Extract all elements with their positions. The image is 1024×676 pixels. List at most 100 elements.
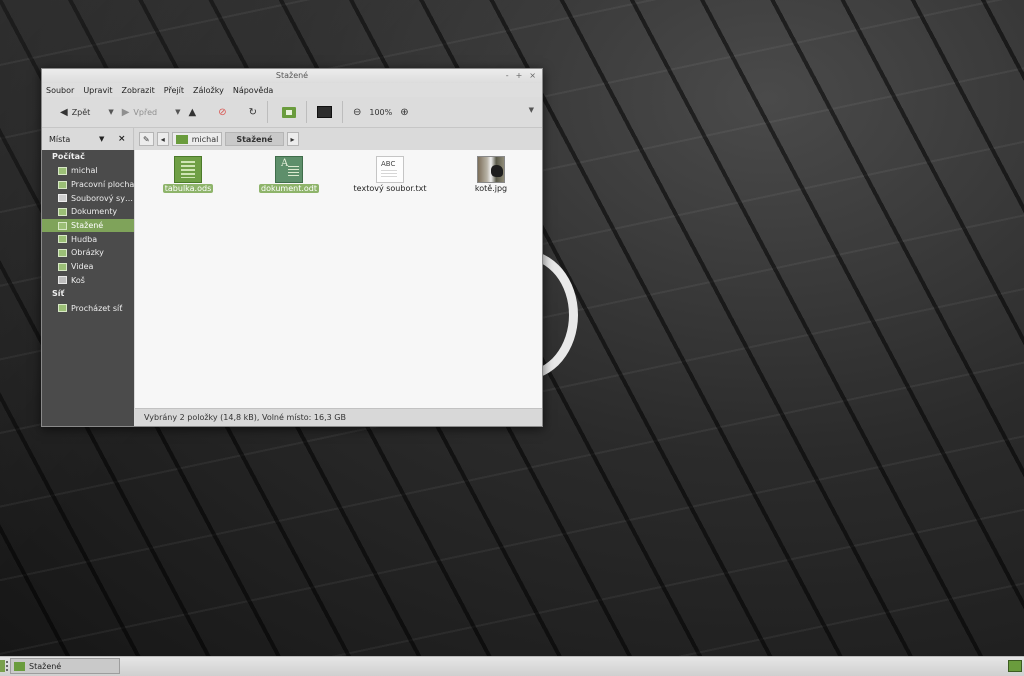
toolbar-overflow-dropdown-icon[interactable]: ▼ <box>529 106 534 114</box>
stop-button[interactable]: ⊘ <box>214 101 230 123</box>
minimize-button[interactable]: - <box>506 69 509 83</box>
back-button[interactable]: ◀ Zpět ▼ <box>56 101 118 123</box>
zoom-value: 100% <box>369 107 393 117</box>
path-segment-michal[interactable]: michal <box>171 132 223 146</box>
path-scroll-right-button[interactable]: ▸ <box>286 132 299 146</box>
sidebar-item-label: Stažené <box>71 221 104 231</box>
maximize-button[interactable]: + <box>516 69 523 83</box>
document-file-icon <box>275 156 303 183</box>
menu-napoveda[interactable]: Nápověda <box>233 86 274 95</box>
file-name: dokument.odt <box>258 184 319 193</box>
arrow-left-icon: ◀ <box>60 106 68 118</box>
menu-upravit[interactable]: Upravit <box>83 86 112 95</box>
file-item[interactable]: tabulka.ods <box>147 150 229 193</box>
path-scroll-left-button[interactable]: ◂ <box>156 132 169 146</box>
trash-icon <box>58 276 67 285</box>
panel-grip-icon[interactable] <box>6 661 8 672</box>
main-pane: ✎ ◂ michal Stažené ▸ tabulka.ods A dokum… <box>135 128 542 426</box>
sidebar-close-icon[interactable]: × <box>118 134 126 144</box>
menu-soubor[interactable]: Soubor <box>46 86 74 95</box>
desktop-folder-icon <box>58 180 67 189</box>
sidebar-item-videa[interactable]: Videa <box>42 260 134 274</box>
computer-button[interactable] <box>313 101 336 123</box>
window-body: Místa ▼ × Počítač michal Pracovní plocha… <box>42 128 542 426</box>
home-folder-icon <box>58 166 67 175</box>
status-bar: Vybrány 2 položky (14,8 kB), Volné místo… <box>135 408 542 426</box>
path-segment-label: michal <box>191 134 219 144</box>
arrow-up-icon: ▲ <box>188 106 197 118</box>
drive-icon <box>58 194 67 203</box>
file-name: textový soubor.txt <box>353 184 427 193</box>
up-button[interactable]: ▲ <box>184 101 200 123</box>
edit-location-icon: ✎ <box>143 134 150 144</box>
chevron-left-icon: ◂ <box>160 134 165 144</box>
zoom-level: 100% <box>365 101 396 123</box>
pictures-folder-icon <box>58 248 67 257</box>
sidebar-item-label: Procházet síť <box>71 303 123 313</box>
image-thumbnail-icon <box>477 156 505 183</box>
status-text: Vybrány 2 položky (14,8 kB), Volné místo… <box>144 413 346 422</box>
sidebar-item-dokumenty[interactable]: Dokumenty <box>42 205 134 219</box>
menu-zobrazit[interactable]: Zobrazit <box>122 86 155 95</box>
sidebar-item-label: Dokumenty <box>71 207 118 217</box>
home-button[interactable] <box>278 101 300 123</box>
menu-prejit[interactable]: Přejít <box>164 86 184 95</box>
file-item[interactable]: dokument.odt <box>248 150 330 193</box>
toolbar: ◀ Zpět ▼ ▶ Vpřed ▼ ▲ ⊘ ↻ ⊖ 100% ⊕ ▼ <box>42 97 542 128</box>
sidebar-item-stazene[interactable]: Stažené <box>42 218 134 233</box>
sidebar-mode-dropdown-icon[interactable]: ▼ <box>99 135 104 143</box>
music-folder-icon <box>58 235 67 244</box>
sidebar-item-label: Videa <box>71 262 94 272</box>
sidebar-item-prochazet-sit[interactable]: Procházet síť <box>42 301 134 315</box>
toggle-location-entry-button[interactable]: ✎ <box>139 132 154 146</box>
home-folder-icon <box>175 134 188 144</box>
sidebar-item-kos[interactable]: Koš <box>42 274 134 288</box>
menubar: Soubor Upravit Zobrazit Přejít Záložky N… <box>42 83 542 97</box>
close-button[interactable]: × <box>529 69 536 83</box>
path-segment-current[interactable]: Stažené <box>225 132 284 146</box>
start-menu-button[interactable] <box>0 660 5 672</box>
taskbar: Stažené <box>0 656 1024 676</box>
toolbar-separator <box>266 101 268 123</box>
window-titlebar[interactable]: Stažené - + × <box>42 69 542 83</box>
reload-button[interactable]: ↻ <box>245 101 261 123</box>
sidebar-group-sit: Síť <box>52 289 65 299</box>
file-name: tabulka.ods <box>162 184 214 193</box>
chevron-right-icon: ▸ <box>290 134 295 144</box>
sidebar-item-michal[interactable]: michal <box>42 164 134 178</box>
menu-zalozky[interactable]: Záložky <box>193 86 224 95</box>
zoom-in-icon: ⊕ <box>400 106 409 118</box>
file-item[interactable]: ABC textový soubor.txt <box>349 150 431 193</box>
sidebar-item-hudba[interactable]: Hudba <box>42 232 134 246</box>
home-folder-icon <box>281 106 296 118</box>
taskbar-window-label: Stažené <box>29 661 62 671</box>
forward-label: Vpřed <box>133 107 158 117</box>
sidebar-group-pocitac: Počítač <box>52 152 85 161</box>
back-history-dropdown-icon[interactable]: ▼ <box>108 108 113 116</box>
file-name: kotě.jpg <box>474 184 508 193</box>
sidebar-item-label: Souborový sy… <box>71 193 133 203</box>
forward-history-dropdown-icon[interactable]: ▼ <box>175 108 180 116</box>
sidebar-item-label: Koš <box>71 275 85 285</box>
toolbar-separator <box>341 101 343 123</box>
videos-folder-icon <box>58 262 67 271</box>
sidebar-item-souborovy-system[interactable]: Souborový sy… <box>42 191 134 205</box>
workspace-switcher-icon[interactable] <box>1008 660 1022 672</box>
sidebar-item-label: michal <box>71 166 98 176</box>
sidebar-item-obrazky[interactable]: Obrázky <box>42 246 134 260</box>
zoom-in-button[interactable]: ⊕ <box>396 101 412 123</box>
downloads-folder-icon <box>58 221 67 230</box>
sidebar-item-pracovni-plocha[interactable]: Pracovní plocha <box>42 178 134 192</box>
taskbar-window-button[interactable]: Stažené <box>10 658 120 674</box>
zoom-out-button[interactable]: ⊖ <box>349 101 365 123</box>
sidebar-header-label: Místa <box>49 134 71 144</box>
documents-folder-icon <box>58 207 67 216</box>
file-item[interactable]: kotě.jpg <box>450 150 532 193</box>
file-view[interactable]: tabulka.ods dokument.odt ABC textový sou… <box>135 150 542 409</box>
sidebar-header[interactable]: Místa ▼ × <box>42 128 134 150</box>
zoom-out-icon: ⊖ <box>352 106 362 118</box>
stop-icon: ⊘ <box>218 106 227 118</box>
text-file-icon: ABC <box>376 156 404 183</box>
toolbar-separator <box>305 101 307 123</box>
forward-button[interactable]: ▶ Vpřed ▼ <box>118 101 185 123</box>
